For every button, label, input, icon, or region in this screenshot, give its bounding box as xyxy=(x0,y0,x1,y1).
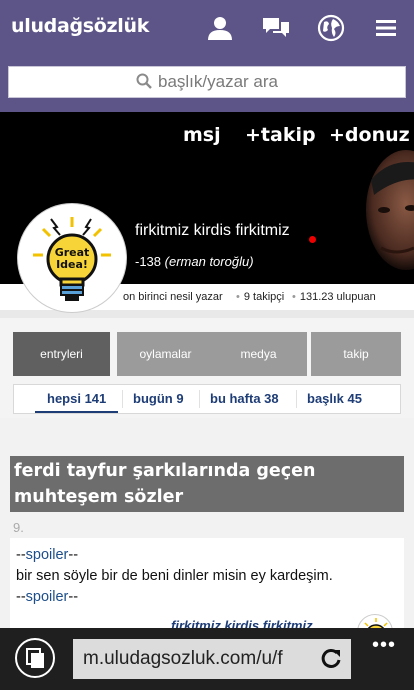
stat-followers: • 9 takipçi xyxy=(236,291,285,303)
browser-tabs-button[interactable] xyxy=(15,638,55,678)
spoiler-dashes: -- xyxy=(68,547,79,563)
lightbulb-icon: Great Idea! xyxy=(21,207,123,309)
spoiler-open-line: --spoiler-- xyxy=(16,545,333,566)
tabs-icon xyxy=(26,648,44,668)
score-value: -138 xyxy=(135,254,162,269)
search-input[interactable]: başlık/yazar ara xyxy=(8,66,406,98)
search-bar: başlık/yazar ara xyxy=(0,56,414,112)
entry-text: bir sen söyle bir de beni dinler misin e… xyxy=(16,568,333,584)
spoiler-link-close[interactable]: spoiler xyxy=(26,589,69,605)
online-status-dot xyxy=(309,236,316,243)
browser-address-bar: m.uludagsozluk.com/u/f ••• xyxy=(0,628,414,690)
profile-score: -138 (erman toroğlu) xyxy=(135,254,254,269)
profile-nickname: firkitmiz kirdis firkitmiz xyxy=(135,222,290,239)
tab-media[interactable]: medya xyxy=(210,332,307,376)
stat-upvotes: • 131.23 ulupuan xyxy=(292,291,376,303)
profile-avatar[interactable]: Great Idea! xyxy=(18,204,126,312)
divider xyxy=(199,390,200,408)
spoiler-close-line: --spoiler-- xyxy=(16,587,333,608)
search-icon xyxy=(136,73,152,89)
spoiler-dashes: -- xyxy=(16,547,26,563)
upvotes-count: 131.23 ulupuan xyxy=(299,291,376,303)
tab-entries[interactable]: entryleri xyxy=(13,332,110,376)
subtab-all[interactable]: hepsi 141 xyxy=(35,385,119,413)
subtab-topics[interactable]: başlık 45 xyxy=(307,385,362,413)
divider xyxy=(122,390,123,408)
url-field[interactable]: m.uludagsozluk.com/u/f xyxy=(73,639,351,679)
cover-photo xyxy=(366,150,414,270)
message-button[interactable]: msj xyxy=(183,124,221,146)
messages-icon[interactable] xyxy=(261,13,291,43)
tab-votes[interactable]: oylamalar xyxy=(117,332,214,376)
refresh-icon[interactable] xyxy=(318,646,344,672)
user-icon[interactable] xyxy=(205,13,235,43)
entry-number: 9. xyxy=(13,520,24,535)
followers-count: 9 takipçi xyxy=(243,291,285,303)
spoiler-link-open[interactable]: spoiler xyxy=(26,547,69,563)
top-bar: uludağsözlük xyxy=(0,0,414,56)
search-placeholder: başlık/yazar ara xyxy=(158,72,278,91)
entry-list: ferdi tayfur şarkılarında geçen muhteşem… xyxy=(0,418,414,650)
menu-icon[interactable] xyxy=(371,13,401,43)
profile-tabs-area: entryleri oylamalar medya takip hepsi 14… xyxy=(0,318,414,418)
avatar-text-idea: Idea! xyxy=(56,258,88,271)
entry-topic-title[interactable]: ferdi tayfur şarkılarında geçen muhteşem… xyxy=(10,456,404,512)
spoiler-dashes: -- xyxy=(16,589,26,605)
divider xyxy=(296,390,297,408)
tab-follow[interactable]: takip xyxy=(311,332,401,376)
site-logo[interactable]: uludağsözlük xyxy=(11,15,149,37)
more-options-icon[interactable]: ••• xyxy=(372,634,396,657)
score-title: (erman toroğlu) xyxy=(164,254,254,269)
entry-filter-tabs: hepsi 141 bugün 9 bu hafta 38 başlık 45 xyxy=(13,384,401,414)
entry-text-block: --spoiler-- bir sen söyle bir de beni di… xyxy=(16,545,333,608)
globe-icon[interactable] xyxy=(316,13,346,43)
subtab-today[interactable]: bugün 9 xyxy=(133,385,184,413)
spoiler-dashes: -- xyxy=(68,589,79,605)
follow-button[interactable]: +takip xyxy=(245,124,316,146)
donuz-button[interactable]: +donuz xyxy=(329,124,410,146)
stat-generation: on birinci nesil yazar xyxy=(123,291,223,303)
subtab-this-week[interactable]: bu hafta 38 xyxy=(210,385,279,413)
